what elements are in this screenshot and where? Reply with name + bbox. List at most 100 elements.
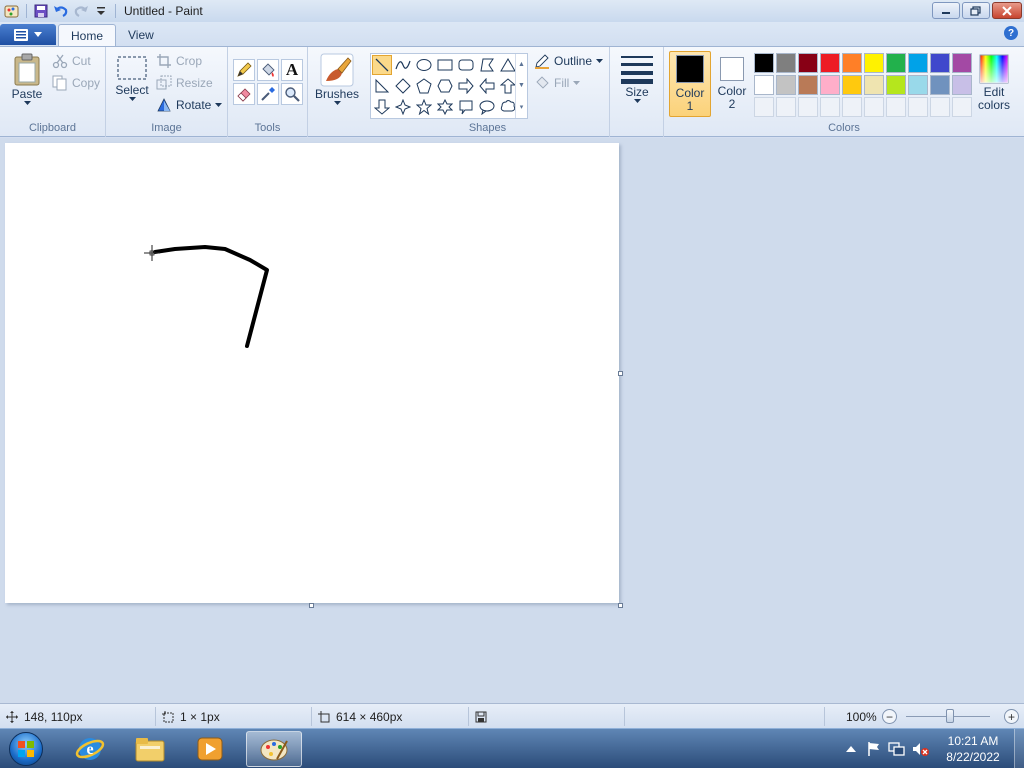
undo-icon[interactable] xyxy=(51,1,71,21)
polygon-shape-icon[interactable] xyxy=(477,55,497,75)
palette-swatch-empty[interactable] xyxy=(798,97,818,117)
curve-shape-icon[interactable] xyxy=(393,55,413,75)
scroll-down-icon[interactable]: ▼ xyxy=(518,82,525,89)
tab-home[interactable]: Home xyxy=(58,24,117,46)
palette-swatch-empty[interactable] xyxy=(886,97,906,117)
zoom-slider-thumb[interactable] xyxy=(946,709,954,723)
oval-shape-icon[interactable] xyxy=(414,55,434,75)
left-arrow-shape-icon[interactable] xyxy=(477,76,497,96)
palette-swatch[interactable] xyxy=(820,75,840,95)
close-button[interactable] xyxy=(992,2,1022,19)
down-arrow-shape-icon[interactable] xyxy=(372,97,392,117)
minimize-button[interactable] xyxy=(932,2,960,19)
palette-swatch-empty[interactable] xyxy=(842,97,862,117)
resize-handle-corner[interactable] xyxy=(618,603,623,608)
tab-view[interactable]: View xyxy=(116,24,166,46)
color2-button[interactable]: Color 2 xyxy=(713,51,751,117)
palette-swatch-empty[interactable] xyxy=(776,97,796,117)
zoom-out-button[interactable]: − xyxy=(882,709,897,724)
palette-swatch[interactable] xyxy=(754,75,774,95)
gallery-expand-icon[interactable]: ▾ xyxy=(520,103,524,111)
palette-swatch[interactable] xyxy=(886,75,906,95)
six-point-star-shape-icon[interactable] xyxy=(435,97,455,117)
palette-swatch[interactable] xyxy=(908,75,928,95)
rounded-rectangle-shape-icon[interactable] xyxy=(456,55,476,75)
rectangle-shape-icon[interactable] xyxy=(435,55,455,75)
paint-menu-button[interactable] xyxy=(0,24,56,45)
canvas-workspace[interactable] xyxy=(0,138,1024,703)
palette-swatch[interactable] xyxy=(886,53,906,73)
drawing-canvas[interactable] xyxy=(5,143,619,603)
resize-handle-right[interactable] xyxy=(618,371,623,376)
resize-handle-bottom[interactable] xyxy=(309,603,314,608)
palette-swatch[interactable] xyxy=(864,75,884,95)
outline-button[interactable]: Outline xyxy=(534,51,604,71)
palette-swatch[interactable] xyxy=(952,53,972,73)
palette-swatch[interactable] xyxy=(754,53,774,73)
palette-swatch[interactable] xyxy=(952,75,972,95)
palette-swatch-empty[interactable] xyxy=(754,97,774,117)
fill-button[interactable]: Fill xyxy=(534,73,581,93)
crop-button[interactable]: Crop xyxy=(156,51,202,71)
pentagon-shape-icon[interactable] xyxy=(414,76,434,96)
palette-swatch[interactable] xyxy=(930,75,950,95)
cut-button[interactable]: Cut xyxy=(52,51,91,71)
palette-swatch-empty[interactable] xyxy=(930,97,950,117)
resize-button[interactable]: Resize xyxy=(156,73,213,93)
right-arrow-shape-icon[interactable] xyxy=(456,76,476,96)
palette-swatch[interactable] xyxy=(842,75,862,95)
fill-bucket-icon[interactable] xyxy=(257,59,279,81)
palette-swatch[interactable] xyxy=(776,75,796,95)
palette-swatch-empty[interactable] xyxy=(820,97,840,117)
right-triangle-shape-icon[interactable] xyxy=(372,76,392,96)
color1-button[interactable]: Color 1 xyxy=(669,51,711,117)
shapes-scrollbar[interactable]: ▲ ▼ ▾ xyxy=(515,54,527,118)
scroll-up-icon[interactable]: ▲ xyxy=(518,61,525,68)
show-desktop-button[interactable] xyxy=(1014,729,1024,768)
save-icon[interactable] xyxy=(31,1,51,21)
taskbar-media-player[interactable] xyxy=(182,731,238,767)
show-hidden-icons-chevron-up-icon[interactable] xyxy=(844,742,858,756)
five-point-star-shape-icon[interactable] xyxy=(414,97,434,117)
paste-button[interactable]: Paste xyxy=(8,53,46,106)
palette-swatch-empty[interactable] xyxy=(952,97,972,117)
palette-swatch[interactable] xyxy=(842,53,862,73)
palette-swatch-empty[interactable] xyxy=(864,97,884,117)
rotate-button[interactable]: Rotate xyxy=(156,95,223,115)
zoom-in-button[interactable]: + xyxy=(1004,709,1019,724)
palette-swatch[interactable] xyxy=(820,53,840,73)
four-point-star-shape-icon[interactable] xyxy=(393,97,413,117)
palette-swatch[interactable] xyxy=(798,75,818,95)
rounded-callout-shape-icon[interactable] xyxy=(456,97,476,117)
palette-swatch[interactable] xyxy=(908,53,928,73)
palette-swatch[interactable] xyxy=(864,53,884,73)
size-button[interactable]: Size xyxy=(618,53,656,104)
clock[interactable]: 10:21 AM 8/22/2022 xyxy=(938,733,1008,765)
text-icon[interactable]: A xyxy=(281,59,303,81)
oval-callout-shape-icon[interactable] xyxy=(477,97,497,117)
select-button[interactable]: Select xyxy=(114,55,150,102)
action-center-flag-icon[interactable] xyxy=(866,741,882,757)
network-icon[interactable] xyxy=(888,741,906,757)
pencil-icon[interactable] xyxy=(233,59,255,81)
taskbar-internet-explorer[interactable]: e xyxy=(62,731,118,767)
diamond-shape-icon[interactable] xyxy=(393,76,413,96)
taskbar-paint[interactable] xyxy=(246,731,302,767)
brushes-button[interactable]: Brushes xyxy=(314,53,360,106)
redo-icon[interactable] xyxy=(71,1,91,21)
palette-swatch[interactable] xyxy=(798,53,818,73)
copy-button[interactable]: Copy xyxy=(52,73,100,93)
help-icon[interactable]: ? xyxy=(1004,26,1018,40)
palette-swatch[interactable] xyxy=(930,53,950,73)
customize-qat-chevron-down-icon[interactable] xyxy=(91,1,111,21)
taskbar-file-explorer[interactable] xyxy=(122,731,178,767)
edit-colors-button[interactable]: Edit colors xyxy=(976,51,1012,117)
palette-swatch-empty[interactable] xyxy=(908,97,928,117)
line-shape-icon[interactable] xyxy=(372,55,392,75)
eraser-icon[interactable] xyxy=(233,83,255,105)
hexagon-shape-icon[interactable] xyxy=(435,76,455,96)
volume-muted-icon[interactable] xyxy=(912,741,930,757)
magnifier-icon[interactable] xyxy=(281,83,303,105)
restore-button[interactable] xyxy=(962,2,990,19)
start-button[interactable] xyxy=(4,731,48,767)
